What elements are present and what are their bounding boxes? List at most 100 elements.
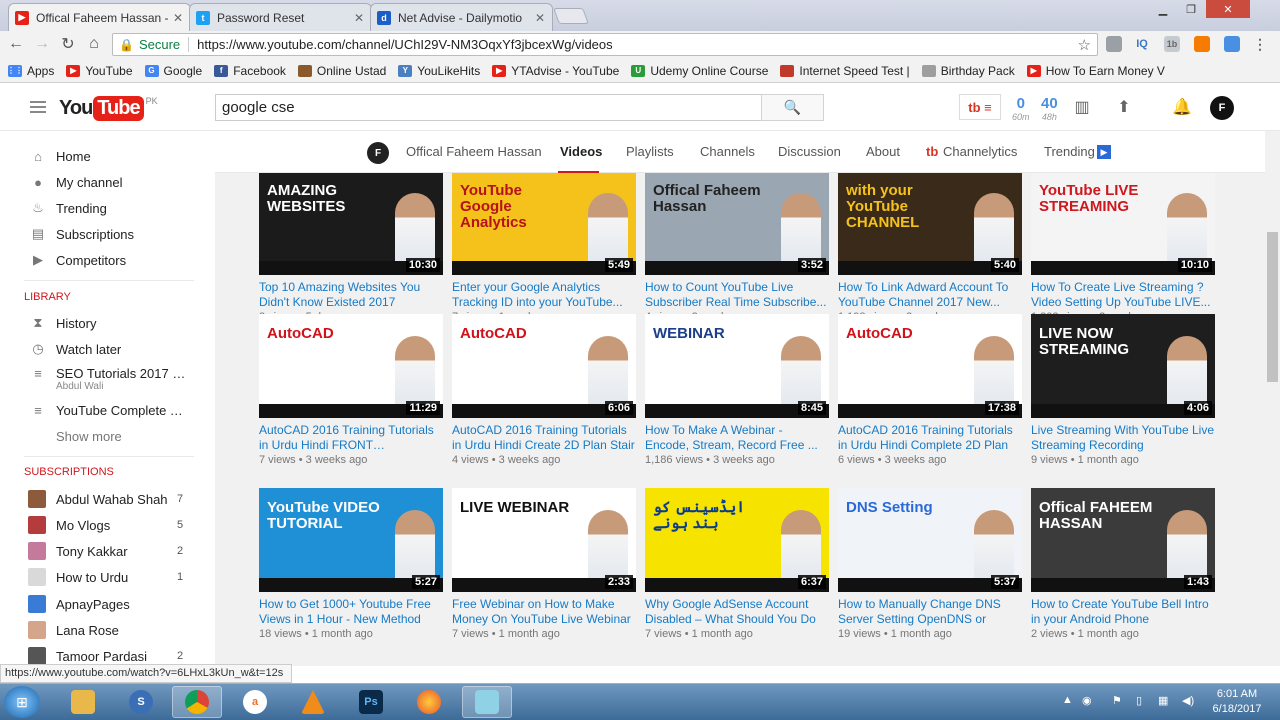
video-thumbnail[interactable]: ایڈسینس کو بند ہونے 6:37 <box>645 488 829 592</box>
taskbar-explorer[interactable] <box>58 686 108 718</box>
taskbar-app[interactable] <box>462 686 512 718</box>
taskbar-clock[interactable]: 6:01 AM 6/18/2017 <box>1207 687 1267 717</box>
video-card[interactable]: WEBINAR 8:45 How To Make A Webinar - Encod… <box>645 314 829 466</box>
hamburger-menu-icon[interactable] <box>30 101 46 113</box>
video-title-link[interactable]: AutoCAD 2016 Training Tutorials in Urdu … <box>259 423 443 453</box>
bookmark-facebook[interactable]: f Facebook <box>214 64 286 78</box>
extension-icon[interactable] <box>1194 36 1210 52</box>
video-card[interactable]: Offical Faheem Hassan 3:52 How to Count Yo… <box>645 173 829 323</box>
bookmark-youtube[interactable]: ▶ YouTube <box>66 64 133 78</box>
video-thumbnail[interactable]: AMAZING WEBSITES 10:30 <box>259 173 443 275</box>
scrollbar-thumb[interactable] <box>1267 232 1278 382</box>
bookmark-star-icon[interactable]: ☆ <box>1078 36 1091 54</box>
menu-icon[interactable]: ⋮ <box>1252 36 1268 52</box>
tab-channels[interactable]: Channels <box>700 144 755 159</box>
bookmark-apps[interactable]: ⋮⋮ Apps <box>7 64 54 78</box>
sidebar-item-subscriptions[interactable]: ▤ Subscriptions <box>0 221 215 247</box>
video-title-link[interactable]: How To Create Live Streaming ? Video Set… <box>1031 280 1215 310</box>
tubebuddy-menu-button[interactable]: tb ≡ <box>959 94 1001 120</box>
address-bar[interactable]: 🔒 Secure https://www.youtube.com/channel… <box>112 33 1098 56</box>
video-card[interactable]: LIVE NOW STREAMING 4:06 Live Streaming Wit… <box>1031 314 1215 466</box>
video-title-link[interactable]: AutoCAD 2016 Training Tutorials in Urdu … <box>838 423 1022 453</box>
tab-channelytics[interactable]: Channelytics <box>943 144 1017 159</box>
home-icon[interactable]: ⌂ <box>83 33 105 55</box>
subscription-item[interactable]: Tony Kakkar 2 <box>0 538 215 564</box>
volume-icon[interactable]: ◀) <box>1182 694 1194 707</box>
video-title-link[interactable]: Enter your Google Analytics Tracking ID … <box>452 280 636 310</box>
taskbar-app[interactable]: a <box>230 686 280 718</box>
video-title-link[interactable]: How To Make A Webinar - Encode, Stream, … <box>645 423 829 453</box>
browser-tab-youtube[interactable]: ▶ Offical Faheem Hassan - ✕ <box>8 3 191 31</box>
video-card[interactable]: Offical FAHEEM HASSAN 1:43 How to Create Y… <box>1031 488 1215 640</box>
subscription-item[interactable]: Mo Vlogs 5 <box>0 512 215 538</box>
analytics-chart-icon[interactable]: ▥ <box>1072 97 1092 117</box>
back-arrow-icon[interactable]: ← <box>5 33 27 55</box>
video-title-link[interactable]: How To Link Adward Account To YouTube Ch… <box>838 280 1022 310</box>
video-thumbnail[interactable]: AutoCAD 17:38 <box>838 314 1022 418</box>
battery-icon[interactable]: ▯ <box>1136 694 1142 707</box>
start-button[interactable]: ⊞ <box>4 686 40 718</box>
browser-tab-password-reset[interactable]: t Password Reset ✕ <box>189 3 372 31</box>
close-icon[interactable]: ✕ <box>534 11 546 25</box>
bookmark-youlikehits[interactable]: Y YouLikeHits <box>398 64 480 78</box>
tab-videos[interactable]: Videos <box>560 144 602 159</box>
tray-expand-icon[interactable]: ▲ <box>1062 694 1073 706</box>
video-title-link[interactable]: How to Count YouTube Live Subscriber Rea… <box>645 280 829 310</box>
video-thumbnail[interactable]: AutoCAD 6:06 <box>452 314 636 418</box>
notifications-bell-icon[interactable]: 🔔 <box>1172 97 1192 117</box>
video-thumbnail[interactable]: with your YouTube CHANNEL 5:40 <box>838 173 1022 275</box>
subscription-item[interactable]: Lana Rose <box>0 617 215 643</box>
close-icon[interactable]: ✕ <box>172 11 184 25</box>
bookmark-udemy[interactable]: U Udemy Online Course <box>631 64 768 78</box>
new-tab-button[interactable] <box>553 8 589 24</box>
tab-trending[interactable]: Trending <box>1044 144 1095 159</box>
tubebuddy-extension-icon[interactable]: 1b <box>1164 36 1180 52</box>
sidebar-item-competitors[interactable]: ▶ Competitors <box>0 247 215 273</box>
bookmark-speed-test[interactable]: Internet Speed Test | <box>780 64 910 78</box>
browser-tab-dailymotion[interactable]: d Net Advise - Dailymotio ✕ <box>370 3 553 31</box>
close-icon[interactable]: ✕ <box>353 11 365 25</box>
channel-icon[interactable]: F <box>367 142 389 164</box>
sidebar-item-home[interactable]: ⌂ Home <box>0 143 215 169</box>
video-title-link[interactable]: Why Google AdSense Account Disabled – Wh… <box>645 597 829 627</box>
taskbar-app[interactable]: S <box>116 686 166 718</box>
bookmark-online-ustad[interactable]: Online Ustad <box>297 64 386 78</box>
minimize-button[interactable]: ▁ <box>1150 0 1176 18</box>
video-title-link[interactable]: Live Streaming With YouTube Live Streami… <box>1031 423 1215 453</box>
video-card[interactable]: YouTube Google Analytics 5:49 Enter your G… <box>452 173 636 323</box>
youtube-logo[interactable]: You Tube PK <box>59 96 158 121</box>
channel-name-link[interactable]: Offical Faheem Hassan <box>406 144 542 159</box>
upload-icon[interactable]: ⬆ <box>1114 97 1134 117</box>
sidebar-item-playlist-seo[interactable]: ≡ SEO Tutorials 2017 (Ur... Abdul Wali <box>0 360 215 393</box>
video-thumbnail[interactable]: Offical FAHEEM HASSAN 1:43 <box>1031 488 1215 592</box>
subscription-item[interactable]: Tamoor Pardasi 2 <box>0 643 215 666</box>
video-card[interactable]: with your YouTube CHANNEL 5:40 How To Link… <box>838 173 1022 323</box>
video-card[interactable]: AutoCAD 11:29 AutoCAD 2016 Training Tutori… <box>259 314 443 466</box>
sidebar-item-history[interactable]: ⧗ History <box>0 310 215 336</box>
bookmark-birthday-pack[interactable]: Birthday Pack <box>921 64 1015 78</box>
video-thumbnail[interactable]: YouTube VIDEO TUTORIAL 5:27 <box>259 488 443 592</box>
video-card[interactable]: LIVE WEBINAR 2:33 Free Webinar on How to M… <box>452 488 636 640</box>
video-thumbnail[interactable]: YouTube LIVE STREAMING 10:10 <box>1031 173 1215 275</box>
network-icon[interactable]: ▦ <box>1158 694 1168 707</box>
tray-icon[interactable]: ⚑ <box>1112 694 1122 707</box>
tray-icon[interactable]: ◉ <box>1082 694 1092 707</box>
video-card[interactable]: YouTube VIDEO TUTORIAL 5:27 How to Get 100… <box>259 488 443 640</box>
video-thumbnail[interactable]: YouTube Google Analytics 5:49 <box>452 173 636 275</box>
show-more-link[interactable]: Show more <box>0 423 215 449</box>
taskbar-photoshop[interactable]: Ps <box>346 686 396 718</box>
search-button[interactable]: 🔍 <box>761 94 824 121</box>
search-input[interactable]: google cse <box>215 94 762 121</box>
taskbar-chrome[interactable] <box>172 686 222 718</box>
video-title-link[interactable]: Free Webinar on How to Make Money On You… <box>452 597 636 627</box>
tab-discussion[interactable]: Discussion <box>778 144 841 159</box>
restore-button[interactable]: ❐ <box>1178 0 1204 18</box>
bookmark-earn-money[interactable]: ▶ How To Earn Money V <box>1026 64 1165 78</box>
video-thumbnail[interactable]: Offical Faheem Hassan 3:52 <box>645 173 829 275</box>
video-card[interactable]: DNS Setting 5:37 How to Manually Change DN… <box>838 488 1022 640</box>
reload-icon[interactable]: ↻ <box>57 33 79 55</box>
video-title-link[interactable]: AutoCAD 2016 Training Tutorials in Urdu … <box>452 423 636 453</box>
sidebar-item-watch-later[interactable]: ◷ Watch later <box>0 336 215 362</box>
bookmark-google[interactable]: G Google <box>144 64 202 78</box>
tab-about[interactable]: About <box>866 144 900 159</box>
